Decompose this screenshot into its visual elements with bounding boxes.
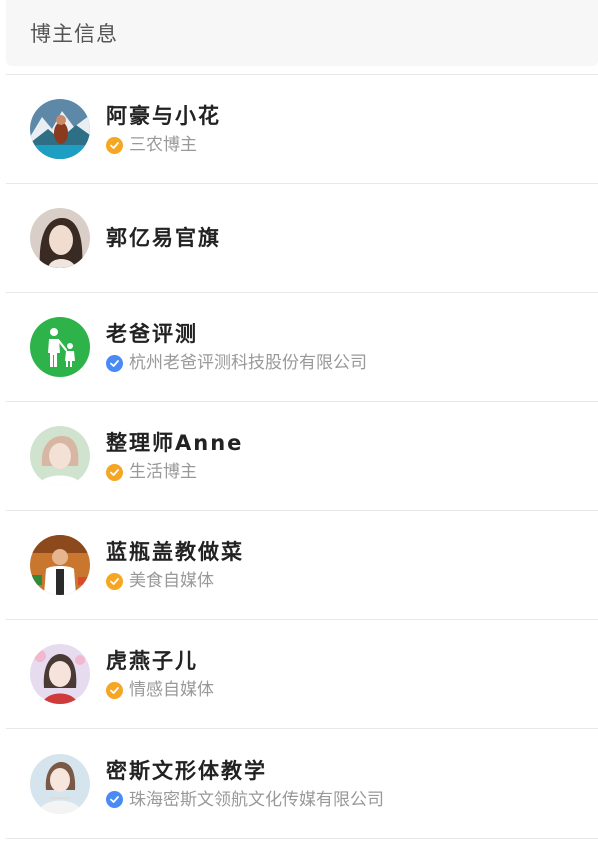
- avatar[interactable]: [30, 317, 90, 377]
- blue-check-icon: [106, 354, 123, 372]
- blogger-description: 珠海密斯文领航文化传媒有限公司: [129, 789, 384, 810]
- gold-check-icon: [106, 136, 123, 154]
- section-header: 博主信息: [6, 0, 598, 66]
- avatar[interactable]: [30, 426, 90, 486]
- blogger-name[interactable]: 密斯文形体教学: [106, 758, 588, 784]
- blogger-name[interactable]: 蓝瓶盖教做菜: [106, 539, 588, 565]
- avatar[interactable]: [30, 99, 90, 159]
- avatar[interactable]: [30, 535, 90, 595]
- blogger-description-line: 珠海密斯文领航文化传媒有限公司: [106, 790, 588, 810]
- blogger-name[interactable]: 郭亿易官旗: [106, 225, 588, 251]
- gold-check-icon: [106, 463, 123, 481]
- gold-check-icon: [106, 681, 123, 699]
- blogger-name[interactable]: 阿豪与小花: [106, 103, 588, 129]
- section-title: 博主信息: [30, 22, 118, 46]
- blogger-row[interactable]: 郭亿易官旗: [6, 183, 598, 292]
- blogger-description-line: 美食自媒体: [106, 571, 588, 591]
- blue-check-icon: [106, 791, 123, 808]
- blogger-description-line: 生活博主: [106, 462, 588, 482]
- blogger-row[interactable]: 整理师Anne 生活博主: [6, 401, 598, 510]
- gold-check-icon: [106, 572, 123, 590]
- blogger-description-line: 杭州老爸评测科技股份有限公司: [106, 353, 588, 373]
- blogger-row[interactable]: 虎燕子儿 情感自媒体: [6, 619, 598, 728]
- avatar[interactable]: [30, 753, 90, 814]
- blogger-info-page: 博主信息 阿豪与小花 三农博主 郭亿易官旗 老爸评测 杭州老爸评测科技股份有限公…: [0, 0, 598, 850]
- blogger-description: 杭州老爸评测科技股份有限公司: [129, 353, 367, 373]
- avatar[interactable]: [30, 208, 90, 268]
- blogger-description: 生活博主: [129, 462, 197, 482]
- blogger-description: 美食自媒体: [129, 571, 214, 591]
- blogger-description-line: 三农博主: [106, 135, 588, 155]
- avatar[interactable]: [30, 644, 90, 704]
- blogger-list: 阿豪与小花 三农博主 郭亿易官旗 老爸评测 杭州老爸评测科技股份有限公司 整理师…: [6, 74, 598, 839]
- blogger-name[interactable]: 整理师Anne: [106, 430, 588, 456]
- blogger-name[interactable]: 虎燕子儿: [106, 648, 588, 674]
- blogger-description: 情感自媒体: [129, 680, 214, 700]
- blogger-row[interactable]: 阿豪与小花 三农博主: [6, 74, 598, 183]
- blogger-row[interactable]: 密斯文形体教学 珠海密斯文领航文化传媒有限公司: [6, 728, 598, 839]
- blogger-description-line: 情感自媒体: [106, 680, 588, 700]
- blogger-row[interactable]: 老爸评测 杭州老爸评测科技股份有限公司: [6, 292, 598, 401]
- blogger-row[interactable]: 蓝瓶盖教做菜 美食自媒体: [6, 510, 598, 619]
- blogger-description: 三农博主: [129, 135, 197, 155]
- blogger-name[interactable]: 老爸评测: [106, 321, 588, 347]
